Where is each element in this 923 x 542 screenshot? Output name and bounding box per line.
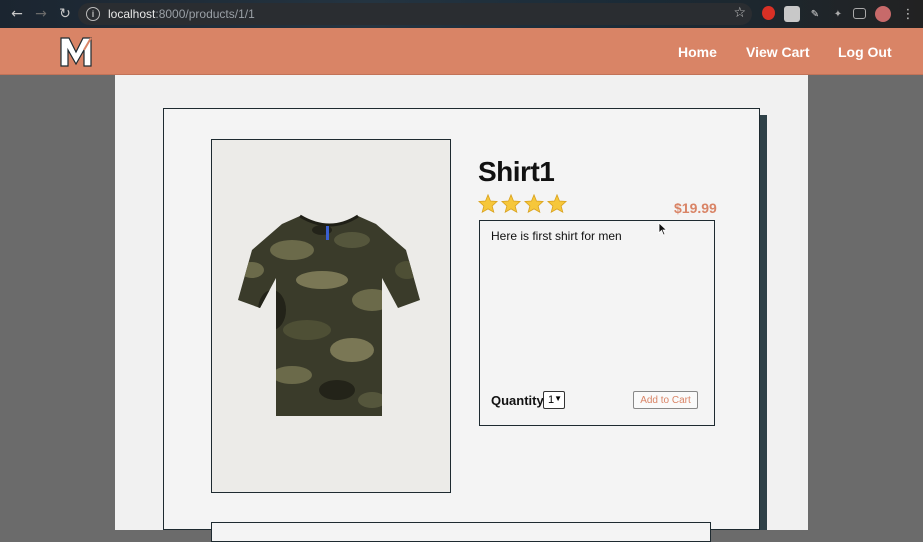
camo-tshirt-image bbox=[212, 140, 449, 491]
chevron-down-icon: ▼ bbox=[554, 394, 562, 403]
nav-view-cart-link[interactable]: View Cart bbox=[746, 44, 810, 60]
profile-avatar[interactable] bbox=[875, 6, 891, 22]
product-title: Shirt1 bbox=[478, 156, 555, 187]
address-bar[interactable]: i localhost:8000/products/1/1 ☆ bbox=[78, 3, 752, 25]
bookmark-star-icon[interactable]: ☆ bbox=[733, 5, 746, 21]
star-icon bbox=[478, 194, 498, 213]
add-to-cart-button[interactable]: Add to Cart bbox=[633, 391, 698, 409]
star-icon bbox=[501, 194, 521, 213]
site-info-icon[interactable]: i bbox=[86, 7, 100, 21]
product-price: $19.99 bbox=[674, 200, 717, 216]
quantity-select[interactable]: 1 ▼ bbox=[543, 391, 565, 409]
extension-pen-icon[interactable]: ✎ bbox=[807, 6, 823, 22]
browser-toolbar: ← → ↻ i localhost:8000/products/1/1 ☆ ✎ … bbox=[0, 0, 923, 28]
logo-icon[interactable] bbox=[58, 34, 94, 68]
lower-section-box bbox=[211, 522, 711, 542]
menu-kebab-icon[interactable]: ⋮ bbox=[900, 6, 916, 22]
rating-stars bbox=[478, 194, 567, 213]
forward-icon[interactable]: → bbox=[30, 3, 52, 25]
site-header: Home View Cart Log Out bbox=[0, 28, 923, 75]
extensions-puzzle-icon[interactable]: ✦ bbox=[830, 6, 846, 22]
extension-red-icon[interactable] bbox=[762, 6, 775, 20]
cast-icon[interactable] bbox=[853, 8, 866, 19]
extension-grey-icon[interactable] bbox=[784, 6, 800, 22]
mouse-cursor-icon bbox=[658, 222, 668, 236]
back-icon[interactable]: ← bbox=[6, 3, 28, 25]
description-box: Here is first shirt for men Quantity: 1 … bbox=[479, 220, 715, 426]
product-description: Here is first shirt for men bbox=[491, 229, 622, 243]
nav-logout-link[interactable]: Log Out bbox=[838, 44, 892, 60]
star-icon bbox=[547, 194, 567, 213]
url-text[interactable]: localhost:8000/products/1/1 bbox=[108, 7, 255, 21]
star-icon bbox=[524, 194, 544, 213]
nav-home-link[interactable]: Home bbox=[678, 44, 717, 60]
quantity-label: Quantity: bbox=[491, 393, 549, 408]
product-image-frame bbox=[211, 139, 451, 493]
reload-icon[interactable]: ↻ bbox=[54, 3, 76, 25]
